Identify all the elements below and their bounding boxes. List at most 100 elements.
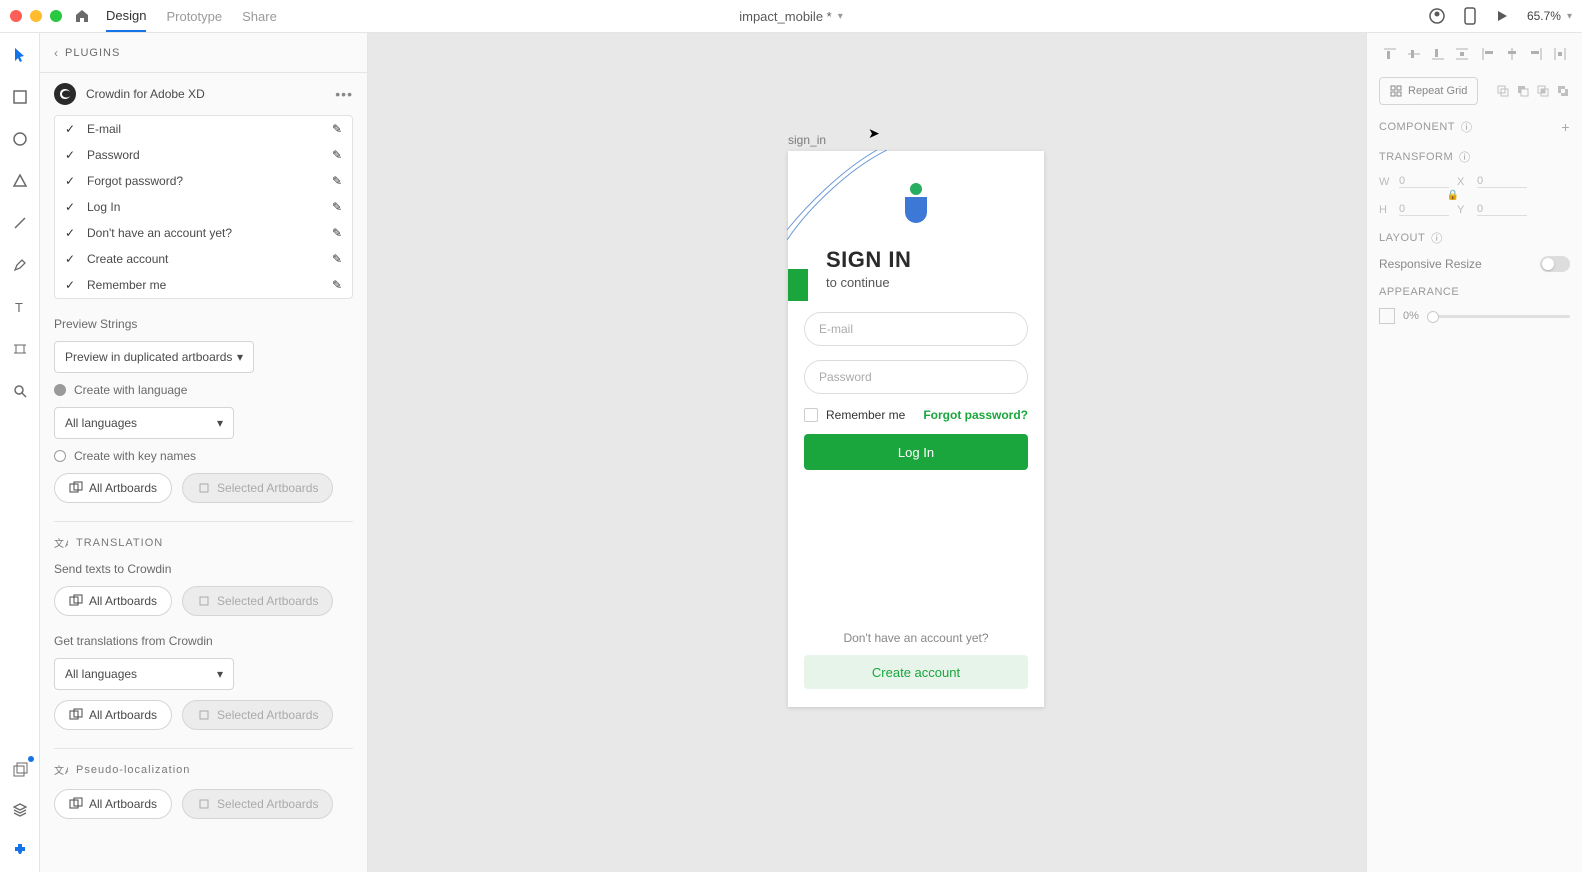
align-controls <box>1379 43 1570 65</box>
all-artboards-button[interactable]: All Artboards <box>54 473 172 503</box>
pencil-icon[interactable]: ✎ <box>332 122 342 136</box>
string-row[interactable]: ✓Don't have an account yet?✎ <box>55 220 352 246</box>
string-row[interactable]: ✓Log In✎ <box>55 194 352 220</box>
maximize-window-icon[interactable] <box>50 10 62 22</box>
align-top-icon[interactable] <box>1379 43 1401 65</box>
canvas[interactable]: ➤ sign_in SIGN IN to continue E-mail Pas… <box>368 33 1366 872</box>
artboard-sign-in[interactable]: SIGN IN to continue E-mail Password Reme… <box>788 151 1044 707</box>
check-icon: ✓ <box>65 148 77 162</box>
align-left-icon[interactable] <box>1477 43 1499 65</box>
artboard-tool[interactable] <box>8 337 32 361</box>
section-title: LAYOUT <box>1379 232 1425 244</box>
zoom-level[interactable]: 65.7% ▾ <box>1527 9 1572 23</box>
plugins-icon[interactable] <box>8 838 32 862</box>
tab-design[interactable]: Design <box>106 0 146 32</box>
mobile-preview-icon[interactable] <box>1463 7 1477 25</box>
responsive-toggle[interactable] <box>1540 256 1570 272</box>
align-hcenter-icon[interactable] <box>1501 43 1523 65</box>
language-select[interactable]: All languages ▾ <box>54 407 234 439</box>
height-input[interactable] <box>1399 203 1449 216</box>
forgot-password-link[interactable]: Forgot password? <box>923 408 1028 422</box>
tab-share[interactable]: Share <box>242 0 277 32</box>
create-with-language-radio[interactable]: Create with language <box>54 383 353 397</box>
width-input[interactable] <box>1399 175 1449 188</box>
artboard-name[interactable]: sign_in <box>788 133 826 147</box>
plugins-header[interactable]: ‹ PLUGINS <box>40 33 367 73</box>
add-component-icon[interactable]: + <box>1561 119 1570 135</box>
left-panel: ‹ PLUGINS Crowdin for Adobe XD ••• ✓E-ma… <box>40 33 368 872</box>
close-window-icon[interactable] <box>10 10 22 22</box>
pencil-icon[interactable]: ✎ <box>332 174 342 188</box>
pencil-icon[interactable]: ✎ <box>332 252 342 266</box>
layers-icon[interactable] <box>8 798 32 822</box>
button-label: Selected Artboards <box>217 481 318 495</box>
boolean-intersect-icon[interactable] <box>1536 84 1550 98</box>
align-right-icon[interactable] <box>1525 43 1547 65</box>
y-input[interactable] <box>1477 203 1527 216</box>
text-tool[interactable]: T <box>8 295 32 319</box>
user-icon[interactable] <box>1429 8 1445 24</box>
opacity-slider[interactable] <box>1427 315 1570 318</box>
boolean-subtract-icon[interactable] <box>1516 84 1530 98</box>
back-icon[interactable]: ‹ <box>54 46 59 60</box>
opacity-swatch-icon[interactable] <box>1379 308 1395 324</box>
zoom-tool[interactable] <box>8 379 32 403</box>
responsive-resize-row: Responsive Resize <box>1379 256 1570 272</box>
info-icon[interactable]: ⓘ <box>1431 230 1443 246</box>
boolean-add-icon[interactable] <box>1496 84 1510 98</box>
distribute-h-icon[interactable] <box>1549 43 1571 65</box>
check-icon: ✓ <box>65 278 77 292</box>
all-artboards-button[interactable]: All Artboards <box>54 789 172 819</box>
button-label: All Artboards <box>89 594 157 608</box>
repeat-grid-button[interactable]: Repeat Grid <box>1379 77 1478 105</box>
pencil-icon[interactable]: ✎ <box>332 226 342 240</box>
get-language-select[interactable]: All languages ▾ <box>54 658 234 690</box>
align-vcenter-icon[interactable] <box>1403 43 1425 65</box>
line-tool[interactable] <box>8 211 32 235</box>
boolean-exclude-icon[interactable] <box>1556 84 1570 98</box>
play-icon[interactable] <box>1495 9 1509 23</box>
all-artboards-button[interactable]: All Artboards <box>54 700 172 730</box>
selected-artboards-button: Selected Artboards <box>182 700 333 730</box>
info-icon[interactable]: ⓘ <box>1459 149 1471 165</box>
string-row[interactable]: ✓Forgot password?✎ <box>55 168 352 194</box>
remember-checkbox[interactable] <box>804 408 818 422</box>
string-row[interactable]: ✓Create account✎ <box>55 246 352 272</box>
info-icon[interactable]: ⓘ <box>1461 119 1473 135</box>
pencil-icon[interactable]: ✎ <box>332 200 342 214</box>
string-row[interactable]: ✓Password✎ <box>55 142 352 168</box>
tab-prototype[interactable]: Prototype <box>166 0 222 32</box>
artboards-icon <box>69 797 83 811</box>
home-icon[interactable] <box>74 8 90 24</box>
pen-tool[interactable] <box>8 253 32 277</box>
cursor-icon: ➤ <box>868 125 880 142</box>
create-with-key-names-radio[interactable]: Create with key names <box>54 449 353 463</box>
polygon-tool[interactable] <box>8 169 32 193</box>
string-row[interactable]: ✓E-mail✎ <box>55 116 352 142</box>
ellipse-tool[interactable] <box>8 127 32 151</box>
password-field[interactable]: Password <box>804 360 1028 394</box>
align-bottom-icon[interactable] <box>1427 43 1449 65</box>
preview-mode-select[interactable]: Preview in duplicated artboards ▾ <box>54 341 254 373</box>
document-title[interactable]: impact_mobile * ▾ <box>739 9 843 24</box>
all-artboards-button[interactable]: All Artboards <box>54 586 172 616</box>
plugin-menu-icon[interactable]: ••• <box>335 86 353 102</box>
login-button[interactable]: Log In <box>804 434 1028 470</box>
toolrail: T <box>0 33 40 872</box>
plugins-header-label: PLUGINS <box>65 47 120 59</box>
rectangle-tool[interactable] <box>8 85 32 109</box>
string-row[interactable]: ✓Remember me✎ <box>55 272 352 298</box>
create-account-button[interactable]: Create account <box>804 655 1028 689</box>
check-icon: ✓ <box>65 226 77 240</box>
assets-icon[interactable] <box>8 758 32 782</box>
lock-aspect-icon[interactable]: 🔒 <box>1379 190 1527 201</box>
distribute-v-icon[interactable] <box>1451 43 1473 65</box>
x-input[interactable] <box>1477 175 1527 188</box>
minimize-window-icon[interactable] <box>30 10 42 22</box>
pencil-icon[interactable]: ✎ <box>332 148 342 162</box>
divider <box>54 748 353 749</box>
select-tool[interactable] <box>8 43 32 67</box>
email-field[interactable]: E-mail <box>804 312 1028 346</box>
translate-icon: 文A <box>54 536 68 550</box>
pencil-icon[interactable]: ✎ <box>332 278 342 292</box>
